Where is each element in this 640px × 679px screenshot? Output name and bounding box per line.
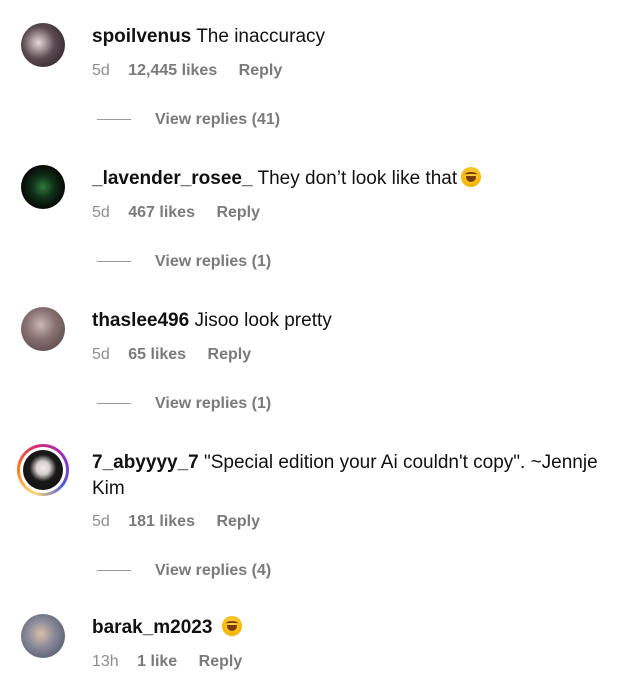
view-replies-button[interactable]: View replies (1): [97, 253, 271, 271]
divider-line: [97, 119, 131, 121]
comment-username[interactable]: 7_abyyyy_7: [92, 452, 199, 473]
comment-text: Jisoo look pretty: [194, 310, 332, 331]
avatar[interactable]: [21, 23, 65, 67]
comment-time: 5d: [92, 346, 110, 363]
view-replies-button[interactable]: View replies (4): [97, 562, 271, 580]
comment-text: The inaccuracy: [196, 26, 326, 47]
comment-time: 5d: [92, 204, 110, 221]
comment-username[interactable]: thaslee496: [92, 310, 189, 331]
view-replies-label: View replies (1): [155, 395, 272, 412]
avatar[interactable]: [21, 614, 65, 658]
reply-button[interactable]: Reply: [216, 513, 260, 531]
comment-username[interactable]: barak_m2023: [92, 617, 212, 638]
view-replies-label: View replies (41): [155, 111, 281, 128]
divider-line: [97, 403, 131, 405]
comment-username[interactable]: _lavender_rosee_: [92, 168, 253, 189]
reply-button[interactable]: Reply: [199, 653, 243, 671]
view-replies-label: View replies (4): [155, 562, 272, 579]
laughing-emoji-icon: [221, 616, 242, 636]
comment-likes[interactable]: 181 likes: [128, 513, 195, 531]
view-replies-button[interactable]: View replies (1): [97, 395, 271, 413]
reply-button[interactable]: Reply: [208, 346, 252, 364]
view-replies-button[interactable]: View replies (41): [97, 111, 280, 129]
avatar-story-ring[interactable]: [17, 444, 69, 496]
comment-likes[interactable]: 467 likes: [128, 204, 195, 222]
divider-line: [97, 261, 131, 263]
comment-time: 13h: [92, 653, 119, 670]
comment-username[interactable]: spoilvenus: [92, 26, 191, 47]
comment-likes[interactable]: 12,445 likes: [128, 62, 217, 80]
avatar[interactable]: [21, 165, 65, 209]
avatar: [23, 450, 63, 490]
reply-button[interactable]: Reply: [239, 62, 283, 80]
comment-likes[interactable]: 65 likes: [128, 346, 186, 364]
comment-likes[interactable]: 1 like: [137, 653, 177, 671]
reply-button[interactable]: Reply: [216, 204, 260, 222]
comment-time: 5d: [92, 513, 110, 530]
avatar[interactable]: [21, 307, 65, 351]
laughing-emoji-icon: [461, 167, 482, 187]
divider-line: [97, 570, 131, 572]
view-replies-label: View replies (1): [155, 253, 272, 270]
comment-time: 5d: [92, 62, 110, 79]
comment-text: They don’t look like that: [257, 168, 458, 189]
